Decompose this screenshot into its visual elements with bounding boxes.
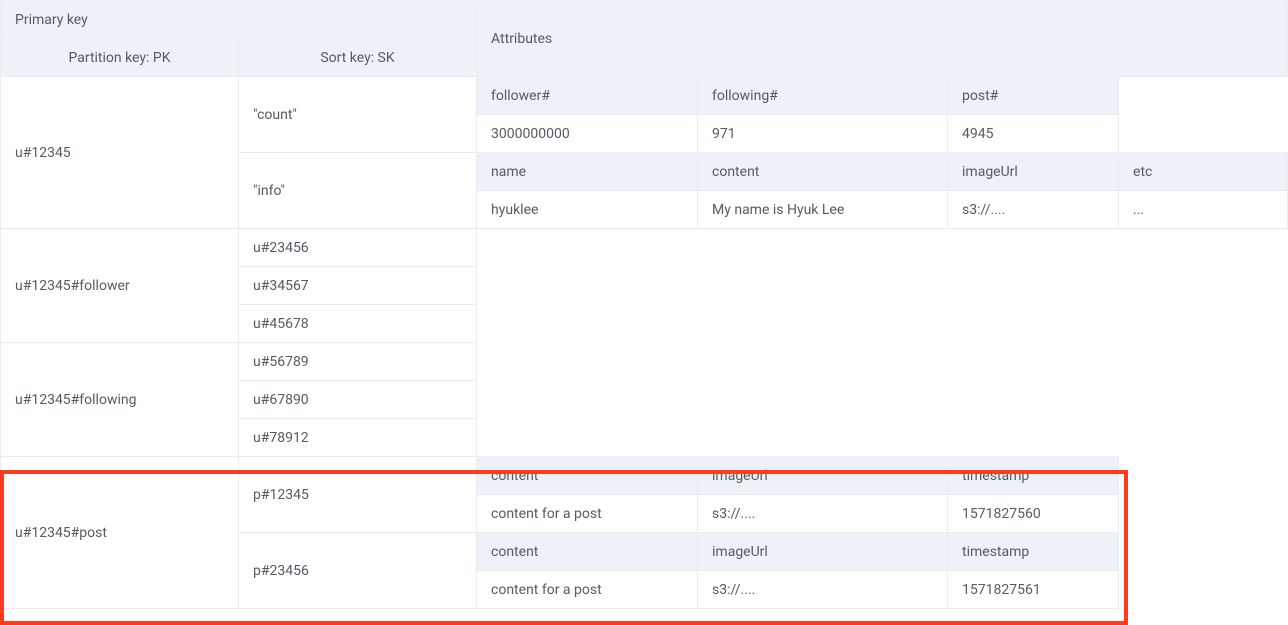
pk-cell: u#12345#following: [1, 343, 239, 457]
attr-header: imageUrl: [948, 153, 1119, 191]
attr-header: follower#: [477, 77, 698, 115]
sk-cell: u#78912: [239, 419, 477, 457]
table-row: u#12345#post p#12345 content imageUrl ti…: [1, 457, 1288, 495]
attr-header: imageUrl: [698, 533, 948, 571]
attr-value: s3://....: [698, 571, 948, 609]
attr-header: content: [698, 153, 948, 191]
attr-value: s3://....: [948, 191, 1119, 229]
attr-value: 4945: [948, 115, 1119, 153]
sk-cell: u#45678: [239, 305, 477, 343]
attr-value: 971: [698, 115, 948, 153]
attr-value: content for a post: [477, 495, 698, 533]
attr-value: ...: [1119, 191, 1288, 229]
sk-cell: u#23456: [239, 229, 477, 267]
attr-header: content: [477, 457, 698, 495]
pk-cell: u#12345#follower: [1, 229, 239, 343]
sk-cell: "count": [239, 77, 477, 153]
sk-cell: "info": [239, 153, 477, 229]
table-row: u#12345 "count" follower# following# pos…: [1, 77, 1288, 115]
attr-header: etc: [1119, 153, 1288, 191]
sk-cell: p#23456: [239, 533, 477, 609]
table-row: u#12345#following u#56789: [1, 343, 1288, 381]
attr-header: following#: [698, 77, 948, 115]
attr-header: timestamp: [948, 457, 1119, 495]
table-row: u#12345#follower u#23456: [1, 229, 1288, 267]
sk-cell: u#56789: [239, 343, 477, 381]
attr-header: imageUrl: [698, 457, 948, 495]
pk-cell: u#12345#post: [1, 457, 239, 609]
attr-value: 3000000000: [477, 115, 698, 153]
dynamodb-table: Primary key Attributes Partition key: PK…: [0, 0, 1288, 609]
sk-header: Sort key: SK: [239, 39, 477, 77]
attr-header: timestamp: [948, 533, 1119, 571]
primary-key-header: Primary key: [1, 1, 477, 39]
header-row-1: Primary key Attributes: [1, 1, 1288, 39]
attr-value: hyuklee: [477, 191, 698, 229]
attr-header: post#: [948, 77, 1119, 115]
attr-value: content for a post: [477, 571, 698, 609]
attr-value: My name is Hyuk Lee: [698, 191, 948, 229]
pk-cell: u#12345: [1, 77, 239, 229]
sk-cell: u#34567: [239, 267, 477, 305]
attr-header: name: [477, 153, 698, 191]
sk-cell: p#12345: [239, 457, 477, 533]
attributes-header: Attributes: [477, 1, 1288, 77]
table-container: Primary key Attributes Partition key: PK…: [0, 0, 1288, 609]
attr-value: 1571827561: [948, 571, 1119, 609]
attr-value: s3://....: [698, 495, 948, 533]
sk-cell: u#67890: [239, 381, 477, 419]
attr-header: content: [477, 533, 698, 571]
attr-value: 1571827560: [948, 495, 1119, 533]
pk-header: Partition key: PK: [1, 39, 239, 77]
